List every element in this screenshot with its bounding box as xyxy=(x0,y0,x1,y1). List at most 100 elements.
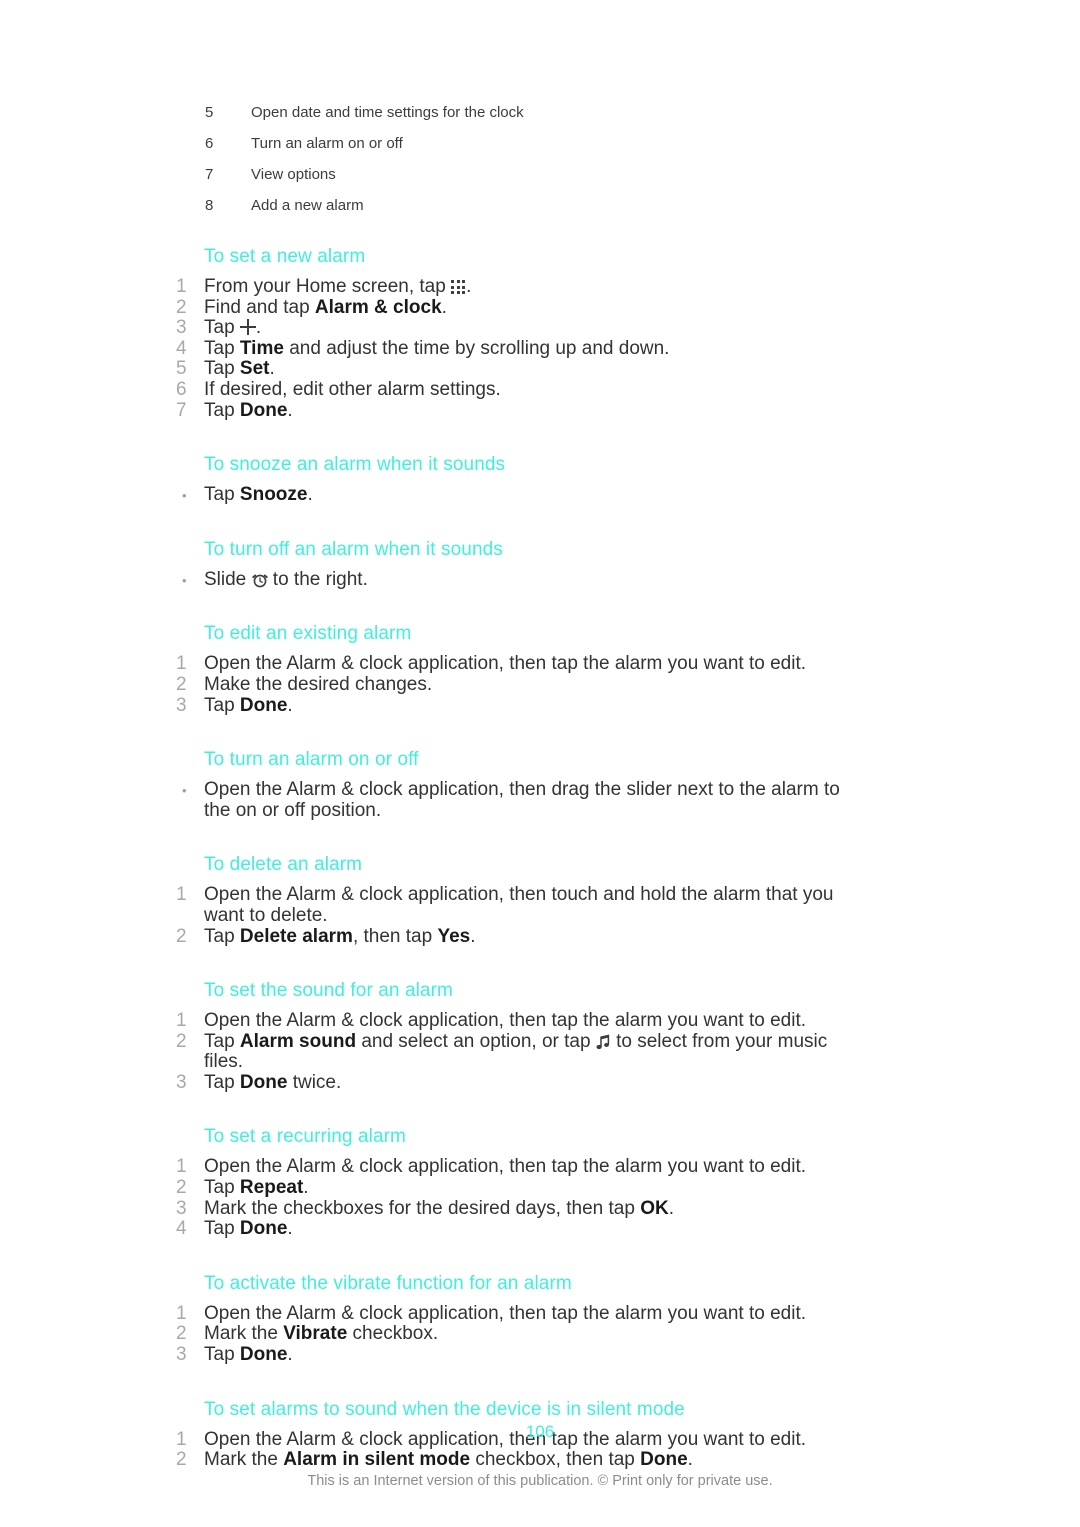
list-item: 3 Tap Done. xyxy=(0,694,1080,717)
step-number: 3 xyxy=(176,1071,187,1093)
section-heading: To set a new alarm xyxy=(204,246,366,267)
list-item: 5 Tap Set. xyxy=(0,359,1080,380)
step-number: 2 xyxy=(176,1177,187,1199)
step-text: checkbox, then tap xyxy=(470,1449,641,1471)
sections-container: To set a new alarm 1 From your Home screen… xyxy=(0,246,1080,1471)
section: To set a recurring alarm 1 Open the Alarm … xyxy=(0,1126,1080,1239)
bullet-list: • Tap Snooze. xyxy=(0,484,1080,506)
step-emphasis: OK xyxy=(640,1197,669,1219)
list-item: 3 Tap Done twice. xyxy=(0,1071,1080,1094)
list-item: 2 Find and tap Alarm & clock. xyxy=(0,296,1080,319)
numbered-list: 1 Open the Alarm & clock application, the… xyxy=(0,885,1080,947)
step-text: . xyxy=(466,276,472,297)
step-number: 1 xyxy=(176,884,187,906)
step-emphasis: Repeat xyxy=(239,1177,304,1199)
legend-row-number: 8 xyxy=(205,197,214,214)
section-heading: To activate the vibrate function for an … xyxy=(204,1272,572,1294)
section-heading: To turn off an alarm when it sounds xyxy=(204,538,503,560)
document-page: 5 Open date and time settings for the clo… xyxy=(0,0,1080,1527)
legend-row: 6 Turn an alarm on or off xyxy=(205,135,865,166)
step-text: . xyxy=(287,1218,293,1240)
step-number: 4 xyxy=(176,1218,187,1240)
list-item: 1 Open the Alarm & clock application, the… xyxy=(0,1157,1080,1178)
step-number: 2 xyxy=(176,296,187,318)
list-item: 2 Tap Alarm sound and select an option, o… xyxy=(0,1030,1080,1073)
list-item: 6 If desired, edit other alarm settings. xyxy=(0,378,1080,401)
step-text: twice. xyxy=(287,1071,342,1093)
step-emphasis: Done xyxy=(640,1449,688,1471)
step-emphasis: Done xyxy=(239,1344,288,1366)
step-text: Tap xyxy=(204,358,240,380)
step-emphasis: Done xyxy=(239,694,288,716)
list-item: 2 Mark the Vibrate checkbox. xyxy=(0,1324,1080,1345)
numbered-list: 1 Open the Alarm & clock application, the… xyxy=(0,1010,1080,1094)
step-text: Open the Alarm & clock application, then… xyxy=(204,1302,807,1324)
step-number: 2 xyxy=(176,1323,187,1345)
numbered-list: 1 Open the Alarm & clock application, the… xyxy=(0,1302,1080,1366)
section: To delete an alarm 1 Open the Alarm & cloc… xyxy=(0,854,1080,947)
step-text: Open the Alarm & clock application, then… xyxy=(204,1010,807,1032)
bullet-list: • Slide to the right. xyxy=(0,568,1080,591)
list-item: 1 Open the Alarm & clock application, the… xyxy=(0,1302,1080,1325)
step-text: Open the Alarm & clock application, then… xyxy=(204,779,840,821)
list-item: 7 Tap Done. xyxy=(0,399,1080,422)
step-emphasis: Done xyxy=(239,399,288,421)
step-number: 1 xyxy=(176,276,187,297)
step-text: . xyxy=(269,358,275,380)
step-text: Mark the xyxy=(204,1323,284,1345)
step-text: to the right. xyxy=(267,568,368,590)
step-number: 4 xyxy=(176,337,187,359)
list-item: 1 Open the Alarm & clock application, the… xyxy=(0,654,1080,675)
step-number: 2 xyxy=(176,1030,187,1052)
step-number: 2 xyxy=(176,925,187,947)
step-text: . xyxy=(470,925,476,947)
step-emphasis: Alarm sound xyxy=(239,1030,357,1052)
section-heading: To turn an alarm on or off xyxy=(204,749,419,771)
section-heading: To delete an alarm xyxy=(204,854,363,876)
bullet-marker: • xyxy=(182,488,187,504)
step-emphasis: Snooze xyxy=(239,484,308,506)
step-emphasis: Done xyxy=(239,1218,288,1240)
step-emphasis: Time xyxy=(239,337,284,359)
app-drawer-icon xyxy=(451,279,466,294)
step-number: 1 xyxy=(176,1156,187,1178)
step-number: 3 xyxy=(176,1197,187,1219)
section: To activate the vibrate function for an … xyxy=(0,1273,1080,1366)
step-text: . xyxy=(303,1177,309,1199)
step-number: 2 xyxy=(176,1449,187,1471)
list-item: 3 Tap . xyxy=(0,317,1080,339)
step-text: checkbox. xyxy=(347,1323,439,1345)
list-item: 3 Tap Done. xyxy=(0,1344,1080,1366)
step-text: Mark the xyxy=(204,1449,284,1471)
list-item: • Open the Alarm & clock application, the… xyxy=(0,779,1080,821)
legend-row-number: 7 xyxy=(205,166,214,183)
step-text: . xyxy=(441,296,447,318)
step-text: , then tap xyxy=(352,925,438,947)
step-text: From your Home screen, tap xyxy=(204,276,452,297)
list-item: 2 Mark the Alarm in silent mode checkbox,… xyxy=(0,1449,1080,1471)
step-text: . xyxy=(287,399,293,421)
legend-row-text: Turn an alarm on or off xyxy=(251,135,403,152)
step-emphasis: Alarm in silent mode xyxy=(283,1449,471,1471)
section: To set a new alarm 1 From your Home screen… xyxy=(0,246,1080,421)
step-text: . xyxy=(307,484,313,506)
step-number: 7 xyxy=(176,399,187,421)
step-number: 2 xyxy=(176,673,187,695)
step-text: If desired, edit other alarm settings. xyxy=(204,378,501,400)
numbered-list: 1 Open the Alarm & clock application, the… xyxy=(0,1157,1080,1239)
step-number: 3 xyxy=(176,317,187,339)
legend-row-text: View options xyxy=(251,166,336,183)
list-item: 4 Tap Done. xyxy=(0,1218,1080,1240)
bullet-list: • Open the Alarm & clock application, the… xyxy=(0,779,1080,821)
step-text: . xyxy=(687,1449,693,1471)
step-number: 1 xyxy=(176,1302,187,1324)
step-emphasis: Done xyxy=(239,1071,288,1093)
numbered-list: 1 From your Home screen, tap . 2 Find and t… xyxy=(0,276,1080,422)
list-item: 1 Open the Alarm & clock application, the… xyxy=(0,885,1080,926)
step-text: Tap xyxy=(204,399,240,421)
list-item: • Tap Snooze. xyxy=(0,484,1080,506)
section-heading: To snooze an alarm when it sounds xyxy=(204,454,506,476)
step-emphasis: Alarm & clock xyxy=(314,296,442,318)
section: To set the sound for an alarm 1 Open the A… xyxy=(0,980,1080,1093)
list-item: 2 Make the desired changes. xyxy=(0,673,1080,696)
